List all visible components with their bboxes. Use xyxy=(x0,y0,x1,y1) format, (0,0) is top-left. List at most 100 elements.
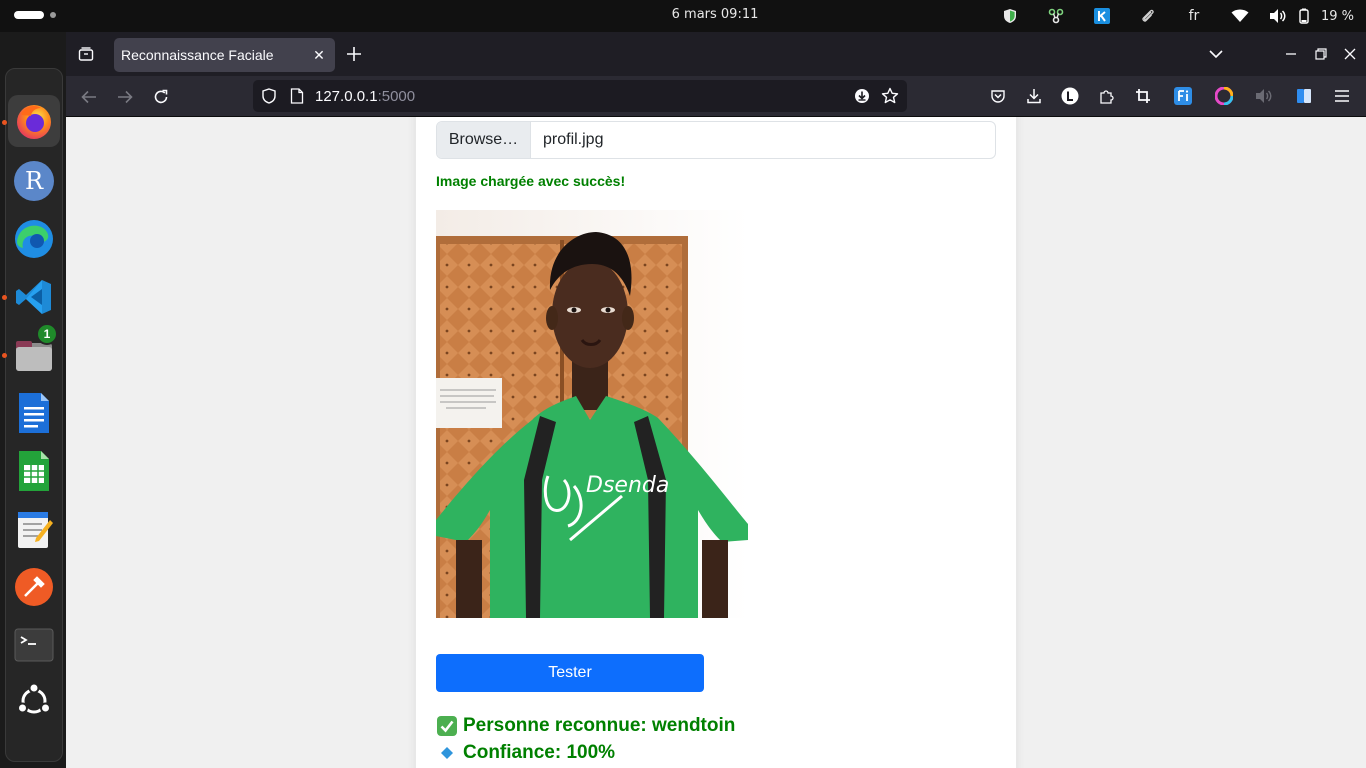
close-tab-icon[interactable]: ✕ xyxy=(311,47,327,63)
hamburger-menu-icon xyxy=(1335,90,1349,102)
wifi-icon[interactable] xyxy=(1217,0,1263,32)
extension-fi-button[interactable] xyxy=(1170,83,1196,109)
firefox-launcher[interactable] xyxy=(8,95,60,147)
show-apps-button[interactable] xyxy=(8,675,60,727)
r-icon: R xyxy=(14,161,54,201)
test-button[interactable]: Tester xyxy=(436,654,704,692)
extension-l-button[interactable] xyxy=(1057,83,1083,109)
network-share-icon[interactable] xyxy=(1033,0,1079,32)
url-host: 127.0.0.1 xyxy=(315,88,378,105)
battery-percentage[interactable]: 19 % xyxy=(1321,0,1354,32)
r-app-launcher[interactable]: R xyxy=(8,155,60,207)
running-indicator xyxy=(2,295,7,300)
postman-launcher[interactable] xyxy=(8,561,60,613)
app-menu-button[interactable] xyxy=(1329,83,1355,109)
bookmark-star-icon[interactable] xyxy=(881,87,899,110)
keyboard-layout-indicator[interactable]: fr xyxy=(1171,0,1217,32)
check-mark-icon xyxy=(436,716,457,737)
tracking-protection-shield-icon[interactable] xyxy=(261,88,277,109)
tab-strip: Reconnaissance Faciale ✕ xyxy=(66,32,1366,76)
arrow-right-icon xyxy=(118,90,133,104)
volume-icon[interactable] xyxy=(1263,0,1293,32)
paperclip-icon[interactable] xyxy=(1125,0,1171,32)
k-app-icon[interactable] xyxy=(1079,0,1125,32)
puzzle-icon xyxy=(1100,90,1114,104)
files-launcher[interactable]: 1 xyxy=(8,323,60,381)
file-upload-input[interactable]: Browse… profil.jpg xyxy=(436,121,996,159)
ubuntu-icon xyxy=(17,682,51,714)
crop-icon xyxy=(1136,89,1150,103)
confidence-text: Confiance: 100% xyxy=(463,742,616,763)
result-recognized-person: Personne reconnue: wendtoin xyxy=(436,715,735,737)
tab-list-button[interactable] xyxy=(74,42,98,66)
back-button[interactable] xyxy=(76,84,102,110)
recognized-person-text: Personne reconnue: wendtoin xyxy=(463,715,736,736)
fi-extension-icon xyxy=(1174,87,1192,105)
page-viewport[interactable]: Browse… profil.jpg Image chargée avec su… xyxy=(66,117,1366,768)
download-icon xyxy=(1027,89,1041,104)
tab-list-icon xyxy=(78,47,94,61)
pocket-button[interactable] xyxy=(985,83,1011,109)
save-to-pocket-download-icon[interactable] xyxy=(854,88,870,109)
recognition-card: Browse… profil.jpg Image chargée avec su… xyxy=(416,117,1016,768)
shield-icon[interactable] xyxy=(987,0,1033,32)
edge-icon xyxy=(15,220,53,258)
spreadsheet-icon xyxy=(19,451,49,491)
letter-l-icon xyxy=(1061,87,1079,105)
text-editor-launcher[interactable] xyxy=(8,503,60,555)
terminal-launcher[interactable] xyxy=(8,619,60,671)
list-all-tabs-button[interactable] xyxy=(1205,43,1227,65)
forward-button[interactable] xyxy=(112,84,138,110)
vscode-icon xyxy=(16,280,51,314)
color-wheel-icon xyxy=(1215,87,1233,105)
upload-status-message: Image chargée avec succès! xyxy=(436,173,626,189)
postman-icon xyxy=(15,568,53,606)
tab-title: Reconnaissance Faciale xyxy=(121,47,274,63)
pocket-icon xyxy=(991,90,1005,103)
book-icon xyxy=(1297,89,1311,103)
battery-icon[interactable] xyxy=(1293,0,1315,32)
firefox-icon xyxy=(17,105,51,139)
new-tab-button[interactable] xyxy=(342,42,366,66)
system-top-bar: 6 mars 09:11 fr 19 % xyxy=(0,0,1366,32)
navigation-toolbar: 127.0.0.1:5000 xyxy=(66,76,1366,117)
close-window-button[interactable] xyxy=(1339,43,1361,65)
running-indicator xyxy=(2,120,7,125)
reload-button[interactable] xyxy=(148,84,174,110)
audio-extension-button[interactable] xyxy=(1251,83,1277,109)
extensions-button[interactable] xyxy=(1093,83,1119,109)
page-info-icon[interactable] xyxy=(290,88,304,109)
restore-button[interactable] xyxy=(1310,43,1332,65)
chevron-down-icon xyxy=(1209,50,1223,59)
minimize-button[interactable] xyxy=(1280,43,1302,65)
url-text[interactable]: 127.0.0.1:5000 xyxy=(315,88,415,105)
calc-launcher[interactable] xyxy=(8,445,60,497)
writer-launcher[interactable] xyxy=(8,387,60,439)
edge-launcher[interactable] xyxy=(8,213,60,265)
minimize-icon xyxy=(1286,53,1296,55)
color-picker-button[interactable] xyxy=(1211,83,1237,109)
downloads-button[interactable] xyxy=(1021,83,1047,109)
selected-file-name: profil.jpg xyxy=(543,131,604,148)
running-indicator xyxy=(2,353,7,358)
translate-extension-button[interactable] xyxy=(1291,83,1317,109)
system-tray[interactable]: fr 19 % xyxy=(987,0,1354,32)
document-icon xyxy=(19,393,49,433)
browse-button[interactable]: Browse… xyxy=(437,122,531,158)
restore-icon xyxy=(1315,48,1327,60)
shirt-print-text: Dsenda xyxy=(586,473,669,498)
uploaded-photo-preview: Dsenda xyxy=(436,210,748,618)
speaker-icon xyxy=(1256,89,1272,103)
close-icon xyxy=(1344,48,1356,60)
terminal-icon xyxy=(14,628,54,662)
screenshot-crop-button[interactable] xyxy=(1130,83,1156,109)
url-bar[interactable]: 127.0.0.1:5000 xyxy=(253,80,907,112)
reload-icon xyxy=(154,89,168,104)
plus-icon xyxy=(347,47,361,61)
vscode-launcher[interactable] xyxy=(8,271,60,323)
dock: R 1 xyxy=(0,32,66,768)
notepad-icon xyxy=(18,512,53,548)
arrow-left-icon xyxy=(81,90,96,104)
result-confidence: Confiance: 100% xyxy=(436,742,615,764)
tab-active[interactable]: Reconnaissance Faciale ✕ xyxy=(114,38,335,72)
